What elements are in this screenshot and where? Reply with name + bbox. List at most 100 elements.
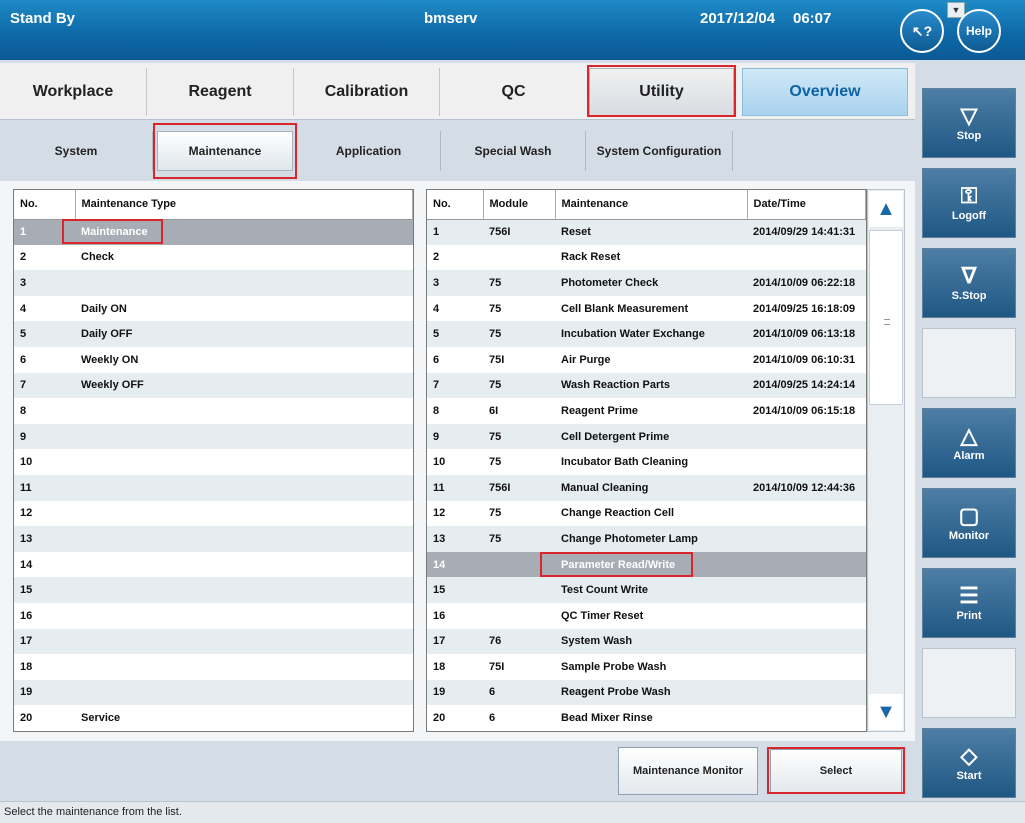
alarm-button[interactable]: △ Alarm xyxy=(922,408,1016,478)
maintenance-cell: Parameter Read/Write xyxy=(555,551,747,578)
subtab-special-wash[interactable]: Special Wash xyxy=(441,131,586,171)
table-row[interactable]: 13 xyxy=(14,526,413,552)
maintenance-type-cell: Maintenance xyxy=(75,219,413,245)
table-row[interactable]: 16 QC Timer Reset xyxy=(427,603,866,629)
table-row[interactable]: 10 75 Incubator Bath Cleaning xyxy=(427,449,866,475)
logoff-button[interactable]: ⚿ Logoff xyxy=(922,168,1016,238)
table-row[interactable]: 3 75 Photometer Check 2014/10/09 06:22:18 xyxy=(427,270,866,296)
maintenance-monitor-button[interactable]: Maintenance Monitor xyxy=(618,747,758,795)
maintenance-list-table: No. Module Maintenance Date/Time 1 756I Re… xyxy=(426,189,867,732)
table-row[interactable]: 20 6 Bead Mixer Rinse xyxy=(427,705,866,731)
table-row[interactable]: 16 xyxy=(14,603,413,629)
subtab-application[interactable]: Application xyxy=(297,131,441,171)
table-row[interactable]: 8 xyxy=(14,398,413,424)
column-header-no[interactable]: No. xyxy=(14,190,76,220)
row-number: 1 xyxy=(427,219,483,245)
scroll-up-icon[interactable]: ▲ xyxy=(869,191,903,227)
table-row[interactable]: 17 xyxy=(14,628,413,655)
table-row[interactable]: 5 Daily OFF xyxy=(14,321,413,347)
datetime-cell: 2014/10/09 06:10:31 xyxy=(753,353,856,366)
subtab-maintenance[interactable]: Maintenance xyxy=(157,131,293,171)
module-cell: 75 xyxy=(489,302,502,315)
row-number: 4 xyxy=(433,302,440,315)
table-row[interactable]: 1 756I Reset 2014/09/29 14:41:31 xyxy=(427,219,866,245)
bell-icon: △ xyxy=(960,423,978,448)
tab-utility[interactable]: Utility xyxy=(589,68,734,116)
table-row[interactable]: 18 xyxy=(14,654,413,680)
grip-icon xyxy=(884,319,890,325)
table-row[interactable]: 6 Weekly ON xyxy=(14,347,413,373)
table-row[interactable]: 8 6I Reagent Prime 2014/10/09 06:15:18 xyxy=(427,398,866,424)
tab-qc[interactable]: QC xyxy=(440,68,587,116)
help-button[interactable]: Help xyxy=(957,9,1001,53)
maintenance-cell: Change Photometer Lamp xyxy=(555,526,747,552)
table-row[interactable]: 7 Weekly OFF xyxy=(14,372,413,399)
table-row[interactable]: 4 75 Cell Blank Measurement 2014/09/25 16:1… xyxy=(427,296,866,322)
table-row[interactable]: 4 Daily ON xyxy=(14,296,413,322)
start-button[interactable]: ◇ Start xyxy=(922,728,1016,798)
row-number: 5 xyxy=(14,321,75,347)
column-header-datetime[interactable]: Date/Time xyxy=(747,190,866,220)
monitor-button[interactable]: ▢ Monitor xyxy=(922,488,1016,558)
table-row[interactable]: 13 75 Change Photometer Lamp xyxy=(427,526,866,552)
print-button[interactable]: ☰ Print xyxy=(922,568,1016,638)
maintenance-cell: Rack Reset xyxy=(561,251,621,264)
tab-overview[interactable]: Overview xyxy=(742,68,908,116)
subtab-system-configuration[interactable]: System Configuration xyxy=(586,131,733,171)
tab-reagent[interactable]: Reagent xyxy=(147,68,294,116)
datetime-cell: 2014/09/29 14:41:31 xyxy=(747,219,866,245)
row-number: 13 xyxy=(14,526,75,552)
vertical-scrollbar[interactable]: ▲ ▼ xyxy=(867,189,905,732)
table-row[interactable]: 11 756I Manual Cleaning 2014/10/09 12:44:36 xyxy=(427,474,866,501)
table-row[interactable]: 15 xyxy=(14,577,413,603)
table-row[interactable]: 10 xyxy=(14,449,413,475)
table-row[interactable]: 7 75 Wash Reaction Parts 2014/09/25 14:24:1… xyxy=(427,372,866,399)
table-row[interactable]: 15 Test Count Write xyxy=(427,577,866,603)
table-row[interactable]: 17 76 System Wash xyxy=(427,628,866,655)
sampling-stop-button[interactable]: ∇ S.Stop xyxy=(922,248,1016,318)
table-row[interactable]: 19 6 Reagent Probe Wash xyxy=(427,679,866,706)
table-row[interactable]: 1 Maintenance xyxy=(14,219,413,245)
table-row[interactable]: 9 xyxy=(14,423,413,450)
maintenance-type-cell xyxy=(75,603,413,629)
row-number: 1 xyxy=(14,219,75,245)
scroll-thumb[interactable] xyxy=(869,230,903,405)
table-row[interactable]: 6 75I Air Purge 2014/10/09 06:10:31 xyxy=(427,347,866,373)
select-button[interactable]: Select xyxy=(770,749,902,793)
maintenance-cell: Air Purge xyxy=(561,353,611,366)
table-row[interactable]: 2 Rack Reset xyxy=(427,245,866,271)
maintenance-cell: Incubator Bath Cleaning xyxy=(561,456,689,469)
table-row[interactable]: 5 75 Incubation Water Exchange 2014/10/09 0… xyxy=(427,321,866,347)
stop-icon: ▽ xyxy=(960,103,978,128)
column-header-no[interactable]: No. xyxy=(427,190,484,220)
table-row[interactable]: 18 75I Sample Probe Wash xyxy=(427,654,866,680)
table-row[interactable]: 3 xyxy=(14,270,413,296)
empty-side-slot xyxy=(922,328,1016,398)
column-header-maintenance[interactable]: Maintenance xyxy=(555,190,748,220)
maintenance-type-cell xyxy=(75,501,413,527)
table-row[interactable]: 11 xyxy=(14,474,413,501)
module-cell: 756I xyxy=(483,474,555,501)
table-row[interactable]: 20 Service xyxy=(14,705,413,731)
tab-workplace[interactable]: Workplace xyxy=(0,68,147,116)
subtab-system[interactable]: System xyxy=(0,131,153,171)
table-row[interactable]: 14 xyxy=(14,552,413,578)
tab-calibration[interactable]: Calibration xyxy=(294,68,440,116)
maintenance-type-cell: Check xyxy=(81,251,115,264)
scroll-down-icon[interactable]: ▼ xyxy=(869,694,903,730)
whats-this-button[interactable]: ↖? xyxy=(900,9,944,53)
module-cell: 75 xyxy=(483,372,555,399)
table-row[interactable]: 14 Parameter Read/Write xyxy=(427,551,866,578)
table-row[interactable]: 2 Check xyxy=(14,245,413,271)
table-row[interactable]: 12 75 Change Reaction Cell xyxy=(427,501,866,527)
column-header-maintenance-type[interactable]: Maintenance Type xyxy=(75,190,413,220)
table-row[interactable]: 9 75 Cell Detergent Prime xyxy=(427,423,866,450)
maintenance-type-cell xyxy=(75,577,413,603)
column-header-module[interactable]: Module xyxy=(483,190,556,220)
table-row[interactable]: 12 xyxy=(14,501,413,527)
module-cell: 6 xyxy=(483,679,555,706)
datetime-cell xyxy=(747,603,866,629)
stop-button[interactable]: ▽ Stop xyxy=(922,88,1016,158)
datetime-cell xyxy=(747,551,866,578)
table-row[interactable]: 19 xyxy=(14,679,413,706)
